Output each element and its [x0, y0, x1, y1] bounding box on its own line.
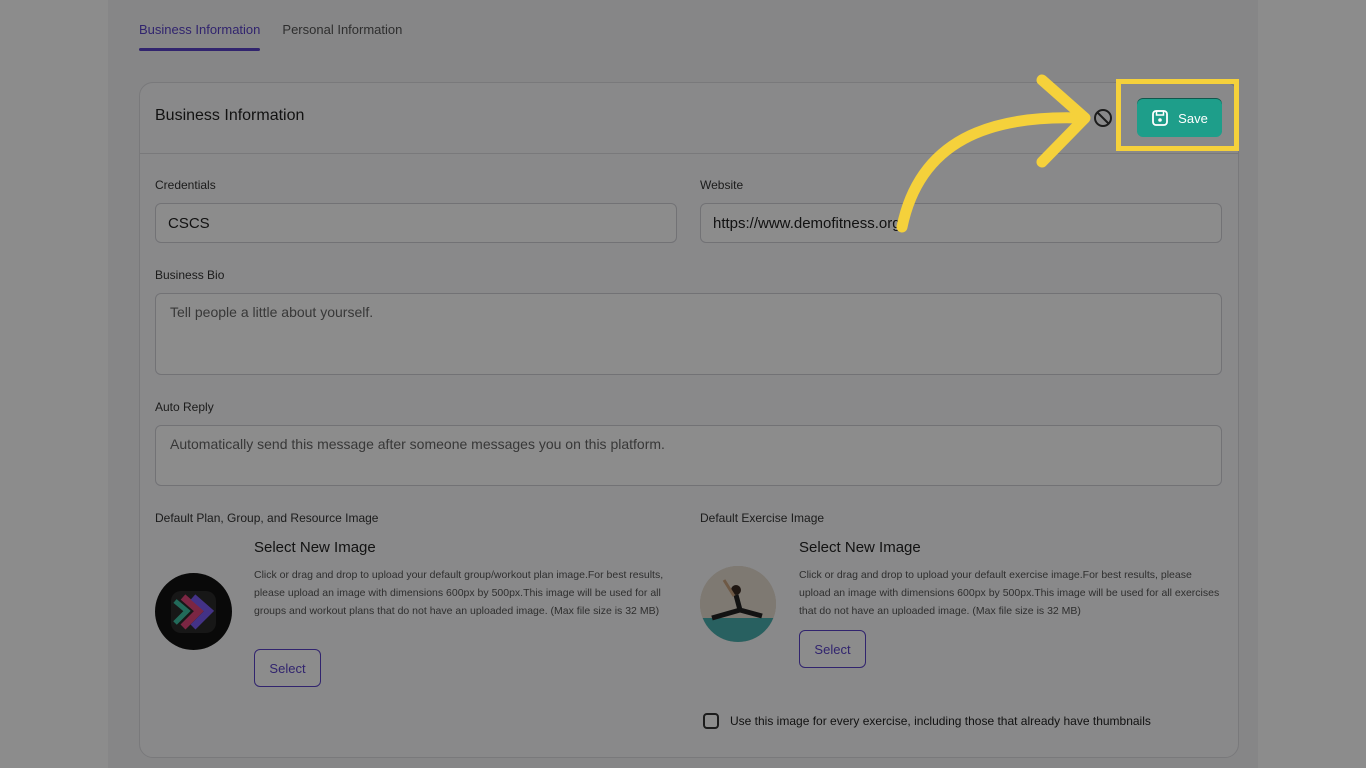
business-bio-label: Business Bio	[155, 268, 225, 282]
website-label: Website	[700, 178, 744, 192]
highlight-box	[1116, 79, 1239, 151]
app-logo-icon	[171, 591, 216, 633]
auto-reply-textarea[interactable]: Automatically send this message after so…	[155, 425, 1222, 486]
tab-personal-information[interactable]: Personal Information	[282, 22, 402, 51]
tab-business-information[interactable]: Business Information	[139, 22, 261, 51]
plan-image-label: Default Plan, Group, and Resource Image	[155, 511, 379, 525]
tab-bar: Business Information Personal Informatio…	[139, 22, 402, 51]
use-for-every-exercise-label: Use this image for every exercise, inclu…	[730, 714, 1151, 728]
plan-image-select-button[interactable]: Select	[254, 649, 321, 687]
pointer-arrow-icon	[896, 74, 1091, 233]
card-title: Business Information	[155, 107, 305, 124]
business-bio-textarea[interactable]: Tell people a little about yourself.	[155, 293, 1222, 375]
exercise-image-thumbnail[interactable]	[700, 566, 776, 642]
plan-image-description: Click or drag and drop to upload your de…	[254, 569, 664, 617]
exercise-image-select-button[interactable]: Select	[799, 630, 866, 668]
exercise-image-description: Click or drag and drop to upload your de…	[799, 569, 1220, 617]
credentials-input[interactable]: CSCS	[155, 203, 677, 243]
exercise-image-title: Select New Image	[799, 539, 921, 556]
plan-image-thumbnail[interactable]	[155, 573, 232, 650]
use-for-every-exercise-checkbox[interactable]	[703, 713, 719, 729]
exercise-image-label: Default Exercise Image	[700, 511, 825, 525]
plan-image-title: Select New Image	[254, 539, 376, 556]
auto-reply-label: Auto Reply	[155, 400, 214, 414]
credentials-label: Credentials	[155, 178, 216, 192]
exercise-photo-icon	[700, 566, 776, 642]
